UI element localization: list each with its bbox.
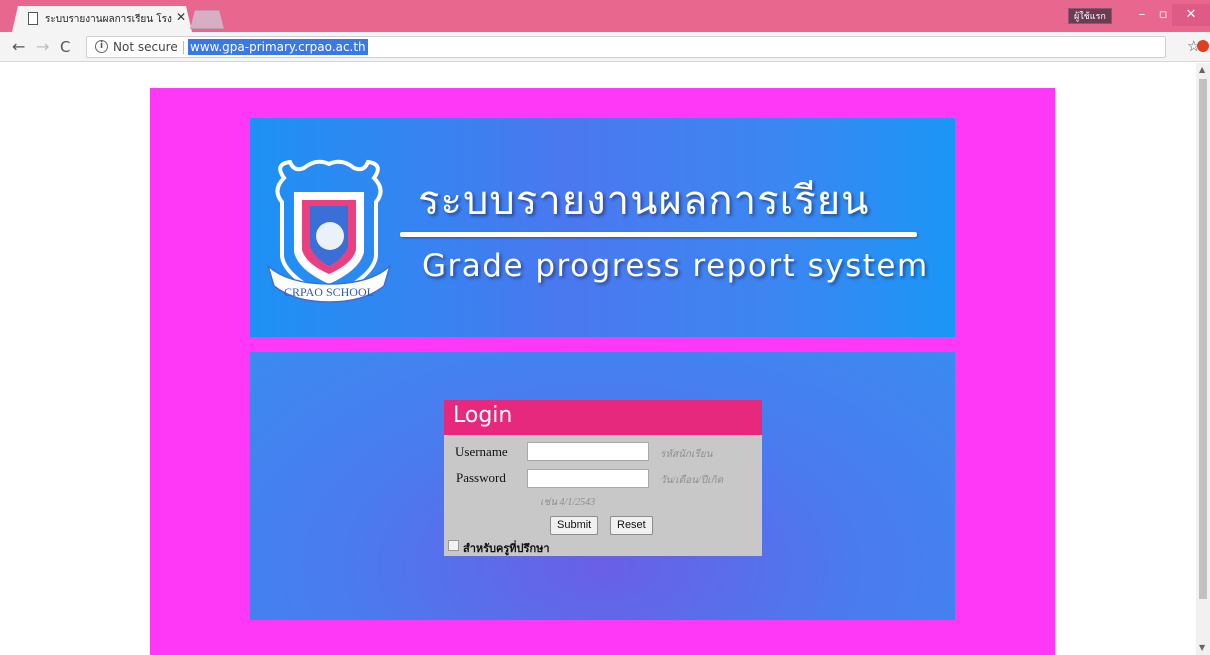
back-arrow-icon[interactable]: ← xyxy=(12,37,25,57)
password-label: Password xyxy=(456,470,506,485)
page-scrollbar[interactable]: ▲ ▼ xyxy=(1196,63,1210,655)
reload-icon[interactable]: C xyxy=(60,37,70,57)
login-form: Login Username รหัสนักเรียน Password วัน… xyxy=(444,400,762,556)
browser-toolbar: ← → C i Not secure www.gpa-primary.crpao… xyxy=(0,32,1210,62)
scroll-down-arrow-icon[interactable]: ▼ xyxy=(1199,643,1205,652)
crest-ribbon-text: CRPAO SCHOOL xyxy=(284,285,374,299)
scroll-up-arrow-icon[interactable]: ▲ xyxy=(1199,65,1205,74)
teacher-checkbox-label[interactable]: สำหรับครูที่ปรึกษา xyxy=(463,539,550,557)
password-input[interactable] xyxy=(527,469,649,488)
page-frame: CRPAO SCHOOL ระบบรายงานผลการเรียน Grade … xyxy=(150,88,1055,655)
page-icon xyxy=(28,12,38,25)
login-header: Login xyxy=(444,400,762,435)
username-input[interactable] xyxy=(527,442,649,461)
header-banner: CRPAO SCHOOL ระบบรายงานผลการเรียน Grade … xyxy=(250,118,955,337)
school-crest-logo: CRPAO SCHOOL xyxy=(266,159,392,303)
banner-title-english: Grade progress report system xyxy=(422,248,929,284)
address-bar[interactable]: i Not secure www.gpa-primary.crpao.ac.th xyxy=(86,36,1166,58)
password-example-hint: เช่น 4/1/2543 xyxy=(540,497,596,508)
info-icon[interactable]: i xyxy=(95,40,108,53)
tab-title: ระบบรายงานผลการเรียน โรง xyxy=(45,14,172,25)
banner-divider-line xyxy=(400,232,917,237)
extension-icon[interactable] xyxy=(1197,40,1209,52)
scroll-thumb[interactable] xyxy=(1199,79,1207,599)
security-indicator[interactable]: Not secure xyxy=(113,40,178,54)
user-profile-badge[interactable]: ผู้ใช้แรก xyxy=(1068,8,1112,24)
new-tab-button[interactable] xyxy=(190,10,224,29)
teacher-checkbox[interactable] xyxy=(448,540,459,551)
login-title: Login xyxy=(453,403,513,428)
browser-titlebar: ระบบรายงานผลการเรียน โรง ✕ ผู้ใช้แรก – ▫… xyxy=(0,0,1210,32)
window-close-icon[interactable]: ✕ xyxy=(1172,4,1210,26)
content-panel: Login Username รหัสนักเรียน Password วัน… xyxy=(250,352,955,620)
address-divider xyxy=(183,41,184,54)
password-hint: วัน/เดือน/ปีเกิด xyxy=(660,475,724,486)
url-text[interactable]: www.gpa-primary.crpao.ac.th xyxy=(188,39,368,55)
tab-close-icon[interactable]: ✕ xyxy=(176,10,186,24)
banner-title-thai: ระบบรายงานผลการเรียน xyxy=(418,178,870,224)
submit-button[interactable]: Submit xyxy=(550,516,599,535)
username-label: Username xyxy=(455,444,508,459)
reset-button[interactable]: Reset xyxy=(610,516,653,535)
page-viewport: CRPAO SCHOOL ระบบรายงานผลการเรียน Grade … xyxy=(0,63,1196,655)
username-hint: รหัสนักเรียน xyxy=(660,449,713,460)
forward-arrow-icon[interactable]: → xyxy=(36,37,49,57)
